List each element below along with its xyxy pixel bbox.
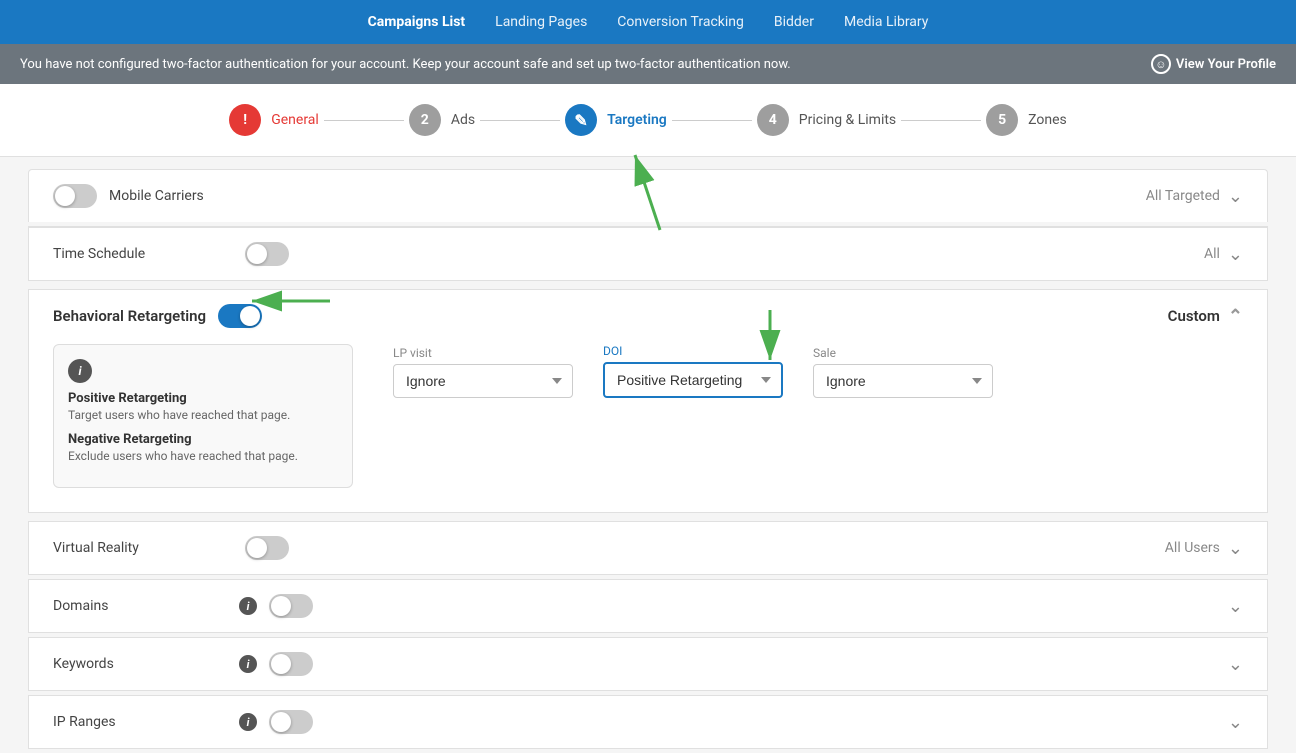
negative-retargeting-title: Negative Retargeting bbox=[68, 432, 338, 447]
time-schedule-value: All ⌄ bbox=[1204, 244, 1243, 265]
lp-visit-label: LP visit bbox=[393, 346, 573, 360]
sale-group: Sale Ignore Positive Retargeting Negativ… bbox=[813, 346, 993, 398]
step-1-circle: ! bbox=[229, 104, 261, 136]
keywords-chevron[interactable]: ⌄ bbox=[1228, 654, 1243, 675]
ip-ranges-label: IP Ranges bbox=[53, 714, 233, 730]
virtual-reality-label: Virtual Reality bbox=[53, 540, 233, 556]
view-profile-link[interactable]: ☺ View Your Profile bbox=[1151, 54, 1276, 74]
mobile-carriers-chevron[interactable]: ⌄ bbox=[1228, 186, 1243, 207]
virtual-reality-row: Virtual Reality All Users ⌄ bbox=[28, 521, 1268, 575]
doi-label: DOI bbox=[603, 344, 783, 358]
step-4-circle: 4 bbox=[757, 104, 789, 136]
nav-campaigns-list[interactable]: Campaigns List bbox=[368, 14, 466, 30]
domains-info-icon: i bbox=[239, 597, 257, 615]
time-schedule-label: Time Schedule bbox=[53, 246, 233, 262]
ip-ranges-chevron[interactable]: ⌄ bbox=[1228, 712, 1243, 733]
virtual-reality-chevron[interactable]: ⌄ bbox=[1228, 538, 1243, 559]
domains-chevron-container: ⌄ bbox=[1228, 596, 1243, 617]
keywords-row: Keywords i ⌄ bbox=[28, 637, 1268, 691]
mobile-carriers-toggle[interactable] bbox=[53, 184, 97, 208]
lp-visit-group: LP visit Ignore Positive Retargeting Neg… bbox=[393, 346, 573, 398]
mobile-carriers-row: Mobile Carriers All Targeted ⌄ bbox=[28, 169, 1268, 222]
main-content: Mobile Carriers All Targeted ⌄ Time Sche… bbox=[0, 169, 1296, 749]
step-2-label: Ads bbox=[451, 112, 475, 128]
step-connector-4 bbox=[901, 120, 981, 121]
mobile-carriers-value: All Targeted ⌄ bbox=[1146, 186, 1243, 207]
behavioral-collapse-icon[interactable]: ⌃ bbox=[1228, 306, 1243, 327]
behavioral-value-label: Custom bbox=[1168, 307, 1220, 325]
behavioral-retargeting-title: Behavioral Retargeting bbox=[53, 307, 206, 325]
step-3-label: Targeting bbox=[607, 112, 667, 128]
user-icon: ☺ bbox=[1151, 54, 1171, 74]
domains-label: Domains bbox=[53, 598, 233, 614]
step-5-label: Zones bbox=[1028, 112, 1067, 128]
sale-select[interactable]: Ignore Positive Retargeting Negative Ret… bbox=[813, 364, 993, 398]
step-5-circle: 5 bbox=[986, 104, 1018, 136]
sale-label: Sale bbox=[813, 346, 993, 360]
ip-ranges-row: IP Ranges i ⌄ bbox=[28, 695, 1268, 749]
ip-ranges-chevron-container: ⌄ bbox=[1228, 712, 1243, 733]
time-schedule-row: Time Schedule All ⌄ bbox=[28, 227, 1268, 281]
step-ads[interactable]: 2 Ads bbox=[409, 104, 475, 136]
behavioral-retargeting-section: Behavioral Retargeting Custom ⌃ i Positi… bbox=[28, 289, 1268, 513]
nav-bidder[interactable]: Bidder bbox=[774, 14, 814, 30]
positive-retargeting-title: Positive Retargeting bbox=[68, 391, 338, 406]
nav-media-library[interactable]: Media Library bbox=[844, 14, 928, 30]
step-3-circle: ✎ bbox=[565, 104, 597, 136]
retargeting-dropdowns: LP visit Ignore Positive Retargeting Neg… bbox=[393, 344, 1243, 398]
step-connector-2 bbox=[480, 120, 560, 121]
keywords-info-icon: i bbox=[239, 655, 257, 673]
stepper: ! General 2 Ads ✎ Targeting 4 Pricing & … bbox=[0, 84, 1296, 157]
domains-row: Domains i ⌄ bbox=[28, 579, 1268, 633]
virtual-reality-value: All Users ⌄ bbox=[1165, 538, 1243, 559]
lp-visit-select[interactable]: Ignore Positive Retargeting Negative Ret… bbox=[393, 364, 573, 398]
doi-select[interactable]: Ignore Positive Retargeting Negative Ret… bbox=[603, 362, 783, 398]
profile-link-label: View Your Profile bbox=[1176, 57, 1276, 72]
time-schedule-chevron[interactable]: ⌄ bbox=[1228, 244, 1243, 265]
nav-conversion-tracking[interactable]: Conversion Tracking bbox=[617, 14, 744, 30]
behavioral-retargeting-value: Custom ⌃ bbox=[1168, 306, 1243, 327]
top-navigation: Campaigns List Landing Pages Conversion … bbox=[0, 0, 1296, 44]
step-connector-3 bbox=[672, 120, 752, 121]
alert-message: You have not configured two-factor authe… bbox=[20, 57, 791, 72]
step-zones[interactable]: 5 Zones bbox=[986, 104, 1067, 136]
keywords-toggle[interactable] bbox=[269, 652, 313, 676]
step-4-label: Pricing & Limits bbox=[799, 112, 896, 128]
alert-bar: You have not configured two-factor authe… bbox=[0, 44, 1296, 84]
keywords-label: Keywords bbox=[53, 656, 233, 672]
step-targeting[interactable]: ✎ Targeting bbox=[565, 104, 667, 136]
step-general[interactable]: ! General bbox=[229, 104, 319, 136]
nav-landing-pages[interactable]: Landing Pages bbox=[495, 14, 587, 30]
behavioral-retargeting-toggle[interactable] bbox=[218, 304, 262, 328]
ip-ranges-toggle[interactable] bbox=[269, 710, 313, 734]
behavioral-header: Behavioral Retargeting Custom ⌃ bbox=[53, 304, 1243, 328]
mobile-carriers-label: Mobile Carriers bbox=[109, 188, 289, 204]
step-1-label: General bbox=[271, 112, 319, 128]
behavioral-body: i Positive Retargeting Target users who … bbox=[53, 344, 1243, 488]
time-schedule-toggle[interactable] bbox=[245, 242, 289, 266]
domains-chevron[interactable]: ⌄ bbox=[1228, 596, 1243, 617]
virtual-reality-toggle[interactable] bbox=[245, 536, 289, 560]
keywords-chevron-container: ⌄ bbox=[1228, 654, 1243, 675]
ip-ranges-info-icon: i bbox=[239, 713, 257, 731]
doi-group: DOI Ignore Positive Retargeting Negative… bbox=[603, 344, 783, 398]
negative-retargeting-desc: Exclude users who have reached that page… bbox=[68, 449, 338, 463]
retargeting-tooltip-box: i Positive Retargeting Target users who … bbox=[53, 344, 353, 488]
step-connector-1 bbox=[324, 120, 404, 121]
domains-toggle[interactable] bbox=[269, 594, 313, 618]
step-2-circle: 2 bbox=[409, 104, 441, 136]
tooltip-info-icon: i bbox=[68, 359, 92, 383]
step-pricing[interactable]: 4 Pricing & Limits bbox=[757, 104, 896, 136]
positive-retargeting-desc: Target users who have reached that page. bbox=[68, 408, 338, 422]
